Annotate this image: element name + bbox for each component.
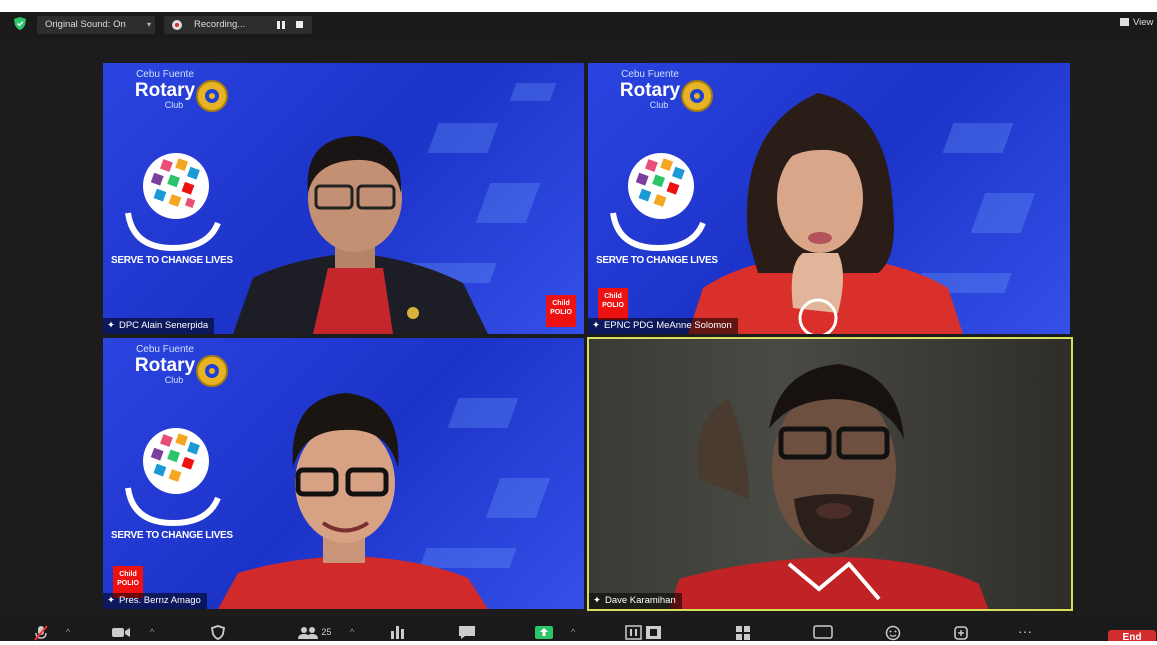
share-screen-arrow-icon (535, 626, 553, 639)
bottom-margin (0, 641, 1157, 645)
recording-indicator: Recording... (164, 16, 312, 34)
encryption-shield-icon[interactable] (14, 17, 26, 30)
participant-video-person (233, 136, 488, 334)
polls-bar-chart-icon (391, 626, 404, 639)
participants-count: 25 (321, 627, 332, 637)
more-dots-icon: ··· (1018, 623, 1032, 639)
participant-name: Pres. Bernz Amago (118, 595, 201, 606)
participant-name-tag: ✦ Pres. Bernz Amago (103, 593, 207, 609)
badge-line2: POLIO (550, 309, 572, 316)
pause-stop-recording-icon (625, 625, 661, 640)
participants-icon (298, 626, 318, 639)
view-button[interactable]: View (1120, 17, 1153, 28)
zoom-meeting-window: Original Sound: On ▾ Recording... View C… (0, 0, 1157, 645)
participant-name-tag: ✦ Dave Karamihan (589, 593, 682, 609)
spotlight-pin-icon: ✦ (592, 320, 600, 331)
badge-line1: Child (119, 571, 137, 578)
participant-video-person (669, 364, 989, 609)
hand-icon (125, 212, 221, 252)
participant-video-person (688, 93, 963, 334)
end-polio-badge: Child POLIO (598, 288, 628, 320)
recording-dot-icon (172, 20, 182, 30)
rotary-wheel-icon (196, 80, 228, 112)
badge-line1: Child (604, 293, 622, 300)
hand-icon (125, 487, 221, 527)
closed-captions-icon (813, 625, 833, 639)
original-sound-toggle[interactable]: Original Sound: On ▾ (37, 16, 155, 34)
slogan-text: SERVE TO CHANGE LIVES (111, 255, 233, 266)
video-tile-2[interactable]: Cebu Fuente Rotary Club SERVE TO CHANGE … (588, 63, 1070, 334)
participant-name-tag: ✦ EPNC PDG MeAnne Solomon (588, 318, 738, 334)
spotlight-pin-icon: ✦ (107, 595, 115, 606)
spotlight-pin-icon: ✦ (593, 595, 601, 606)
original-sound-label: Original Sound: On (45, 19, 126, 30)
meeting-controls-toolbar (0, 618, 1157, 642)
chevron-down-icon[interactable]: ▾ (147, 16, 151, 34)
spotlight-pin-icon: ✦ (107, 320, 115, 331)
top-margin (0, 0, 1157, 12)
security-shield-icon (211, 625, 225, 640)
end-polio-badge: Child POLIO (546, 295, 576, 327)
microphone-muted-icon (34, 625, 48, 641)
club-name-line2: Rotary (619, 80, 681, 101)
badge-line2: POLIO (117, 580, 139, 587)
pause-recording-icon[interactable] (277, 21, 285, 29)
video-tile-1[interactable]: Cebu Fuente Rotary Club SERVE TO CHANGE … (103, 63, 584, 334)
view-label: View (1133, 17, 1154, 28)
recording-label: Recording... (194, 19, 246, 30)
video-tile-3[interactable]: Cebu Fuente Rotary Club SERVE TO CHANGE … (103, 338, 584, 609)
stop-recording-icon[interactable] (296, 21, 303, 28)
more-button[interactable]: ··· (1018, 619, 1032, 643)
video-tile-4-active-speaker[interactable]: ✦ Dave Karamihan (587, 337, 1073, 611)
badge-line1: Child (552, 300, 570, 307)
participant-name: DPC Alain Senerpida (118, 320, 209, 331)
participant-video-person (218, 393, 488, 609)
club-name-line2: Rotary (134, 80, 196, 101)
reactions-smiley-icon (885, 625, 901, 641)
participant-name: EPNC PDG MeAnne Solomon (603, 320, 732, 331)
breakout-rooms-grid-icon (736, 626, 750, 640)
video-camera-icon (112, 628, 130, 637)
view-grid-icon (1120, 18, 1129, 27)
participant-name: Dave Karamihan (604, 595, 676, 606)
badge-line2: POLIO (602, 302, 624, 309)
slogan-text: SERVE TO CHANGE LIVES (111, 530, 233, 541)
participant-name-tag: ✦ DPC Alain Senerpida (103, 318, 215, 334)
chat-bubble-icon (459, 626, 475, 639)
club-name-line2: Rotary (134, 355, 196, 376)
apps-icon (954, 626, 968, 640)
